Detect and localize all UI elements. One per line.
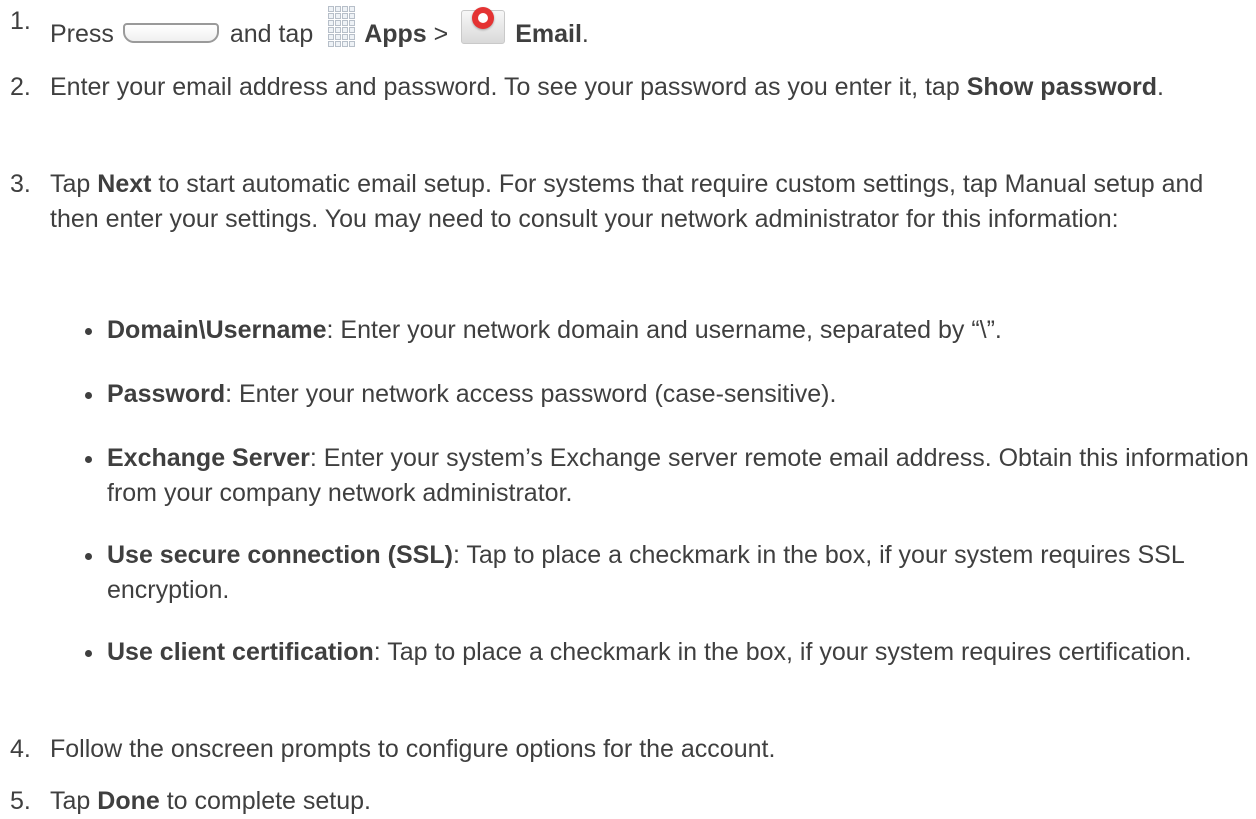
bullet-dot — [82, 377, 107, 412]
show-password-label: Show password — [966, 73, 1158, 101]
step-3: 3. Tap Next to start automatic email set… — [10, 167, 1240, 237]
bullet-term: Domain\Username — [107, 316, 327, 344]
bullet-exchange-server: Exchange Server: Enter your system’s Exc… — [82, 441, 1252, 511]
apps-grid-icon — [324, 6, 358, 50]
bullet-term: Use client certification — [107, 638, 374, 666]
bullet-text: Exchange Server: Enter your system’s Exc… — [107, 441, 1252, 511]
step-number: 4. — [10, 735, 31, 763]
bullet-dot — [82, 441, 107, 511]
step-number: 2. — [10, 73, 31, 101]
step-2: 2. Enter your email address and password… — [10, 70, 1240, 105]
tap-label: Tap — [50, 787, 91, 815]
step-number: 3. — [10, 170, 31, 198]
bullet-dot — [82, 313, 107, 348]
email-label: Email — [515, 20, 582, 48]
step-text: Tap Done to complete setup. — [50, 784, 1240, 819]
bullet-desc: : Enter your network access password (ca… — [225, 380, 837, 408]
bullet-desc: : Enter your network domain and username… — [326, 316, 1002, 344]
step-text: Tap Next to start automatic email setup.… — [50, 167, 1240, 237]
step-5: 5. Tap Done to complete setup. — [10, 784, 1240, 819]
apps-label: Apps — [364, 20, 427, 48]
tap-label: Tap — [50, 170, 91, 198]
step-text-main: Enter your email address and password. T… — [50, 73, 960, 101]
home-key-icon — [122, 23, 219, 43]
bullet-dot — [82, 538, 107, 608]
bullet-text: Use secure connection (SSL): Tap to plac… — [107, 538, 1252, 608]
bullet-domain-username: Domain\Username: Enter your network doma… — [82, 313, 1252, 348]
period: . — [581, 20, 589, 48]
bullet-desc: : Tap to place a checkmark in the box, i… — [373, 638, 1192, 666]
step-text-main: to start automatic email setup. For syst… — [50, 170, 1204, 233]
bullet-dot — [82, 635, 107, 670]
press-label: Press — [50, 20, 114, 48]
step-text: Follow the onscreen prompts to configure… — [50, 735, 776, 763]
bullet-password: Password: Enter your network access pass… — [82, 377, 1252, 412]
period: . — [1157, 73, 1164, 101]
next-label: Next — [97, 170, 152, 198]
email-app-icon — [459, 4, 507, 50]
bullet-term: Password — [107, 380, 226, 408]
bullet-client-certification: Use client certification: Tap to place a… — [82, 635, 1252, 670]
bullet-secure-connection: Use secure connection (SSL): Tap to plac… — [82, 538, 1252, 608]
done-label: Done — [97, 787, 160, 815]
step-text: Press and tap Apps > Email. — [50, 4, 1240, 52]
step-text: Enter your email address and password. T… — [50, 70, 1240, 105]
and-tap-label: and tap — [229, 20, 314, 48]
separator: > — [433, 20, 449, 48]
step-number: 5. — [10, 787, 31, 815]
step-text-main: to complete setup. — [166, 787, 372, 815]
bullet-text: Password: Enter your network access pass… — [107, 377, 836, 412]
step-number: 1. — [10, 7, 31, 35]
step-4: 4. Follow the onscreen prompts to config… — [10, 732, 1240, 767]
bullet-term: Exchange Server — [107, 444, 310, 472]
bullet-text: Use client certification: Tap to place a… — [107, 635, 1192, 670]
bullet-term: Use secure connection (SSL) — [107, 541, 453, 569]
bullet-text: Domain\Username: Enter your network doma… — [107, 313, 1002, 348]
step-1: 1. Press and tap Apps > Email. — [10, 4, 1240, 52]
